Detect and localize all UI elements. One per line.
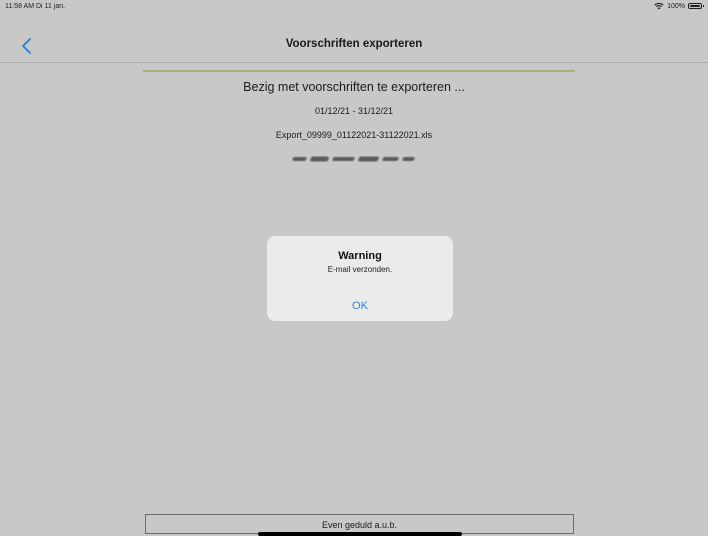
alert-title: Warning: [338, 250, 382, 262]
wifi-icon: [654, 2, 664, 10]
redacted-email: [292, 156, 415, 162]
ok-button[interactable]: OK: [267, 300, 453, 312]
wait-status-box: Even geduld a.u.b.: [145, 514, 574, 534]
export-file-name: Export_09999_01122021-31122021.xls: [275, 130, 433, 140]
status-time: 11:58 AM Di 11 jan.: [5, 3, 66, 10]
alert-message: E-mail verzonden.: [327, 265, 393, 274]
status-indicators: 100%: [654, 2, 704, 10]
home-indicator[interactable]: [258, 532, 462, 536]
export-status-text: Bezig met voorschriften te exporteren ..…: [243, 80, 465, 94]
page-title: Voorschriften exporteren: [285, 38, 423, 50]
battery-percentage: 100%: [667, 2, 685, 10]
export-progress-bar: [143, 70, 575, 72]
date-range: 01/12/21 - 31/12/21: [314, 106, 394, 116]
wait-label: Even geduld a.u.b.: [321, 520, 398, 530]
navigation-bar: Voorschriften exporteren: [0, 30, 708, 63]
battery-icon: [688, 3, 704, 9]
export-progress-fill: [143, 70, 575, 72]
app-screen: 11:58 AM Di 11 jan. 100% Voorschriften e…: [0, 0, 708, 536]
warning-alert-dialog: Warning E-mail verzonden. OK: [267, 236, 453, 321]
status-bar: 11:58 AM Di 11 jan. 100%: [0, 0, 708, 14]
